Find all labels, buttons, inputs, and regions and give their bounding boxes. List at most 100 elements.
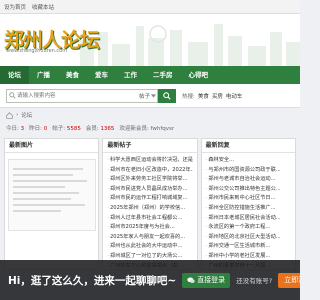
nav-item-food[interactable]: 美食 bbox=[58, 66, 87, 84]
bullet-icon: · bbox=[107, 233, 109, 240]
hot-term-ebike[interactable]: 电动车 bbox=[226, 92, 243, 100]
list-item-title: 郑州地区的北京社区大型活动... bbox=[208, 233, 281, 240]
forum-stats: 今日: 3 昨日: 0 帖子: 5585 会员: 1365 欢迎新会员: fwh… bbox=[0, 122, 300, 134]
logo-url: www.zhengzhouren.com bbox=[6, 48, 68, 54]
list-item[interactable]: ·与郑州市的国资源公司政于联... bbox=[206, 166, 291, 176]
promo-message: Hi，逛了这么久，进来一起聊聊吧~ bbox=[8, 274, 177, 287]
chevron-down-icon bbox=[151, 93, 156, 98]
list-item[interactable]: ·郑州市2025年度与为社会... bbox=[107, 223, 192, 233]
nav-item-second-hand-housing[interactable]: 二手房 bbox=[145, 66, 181, 84]
home-icon[interactable] bbox=[6, 111, 13, 119]
list-item[interactable]: ·郑州市民来到中心社区节日... bbox=[206, 194, 291, 204]
list-item[interactable]: ·2025年家人与朋友一起欢喜的... bbox=[107, 233, 192, 243]
main-nav: 论坛 广播 美食 爱车 工作 二手房 心得吧 bbox=[0, 66, 300, 84]
list-item-title: 科学大愿西区运动会将於决冠，还是... bbox=[109, 157, 193, 163]
breadcrumb-current[interactable]: 论坛 bbox=[21, 111, 32, 119]
list-item[interactable]: ·科学大愿西区运动会将於决冠，还是... bbox=[107, 156, 192, 166]
list-item-title: 2025年家人与朋友一起欢喜的... bbox=[109, 233, 186, 240]
search-button[interactable] bbox=[158, 88, 176, 103]
list-item[interactable]: ·郑州市在老旧小区改造中，2022年... bbox=[107, 166, 192, 176]
bullet-icon: · bbox=[107, 195, 109, 202]
register-button[interactable]: 立即注册 bbox=[278, 272, 300, 288]
wechat-login-label: 直接登录 bbox=[197, 275, 226, 284]
bullet-icon: · bbox=[107, 224, 109, 231]
bullet-icon: · bbox=[107, 243, 109, 250]
wechat-login-button[interactable]: 直接登录 bbox=[182, 272, 231, 288]
list-item[interactable]: ·郑州市民的运作工程打响城域复... bbox=[107, 194, 192, 204]
list-item-title: 郑州交通一区生活城市新... bbox=[208, 243, 271, 250]
breadcrumb: › 论坛 bbox=[0, 108, 300, 122]
latest-replies-panel: 最新回复 ·森林安全... ·与郑州市的国资源公司政于联... ·郑州与老城市自治社… bbox=[200, 138, 296, 270]
hot-term-food[interactable]: 美食 bbox=[198, 92, 209, 100]
list-item-title: 郑州日本老城区居民社会活动... bbox=[208, 214, 281, 221]
wechat-icon bbox=[187, 277, 195, 283]
list-item-title: 郑州人过年县市社会工程都公... bbox=[109, 214, 183, 221]
nav-item-forum[interactable]: 论坛 bbox=[0, 66, 29, 84]
list-item[interactable]: ·郑州与老城市自治社会运动... bbox=[206, 175, 291, 185]
list-item-title: 郑州市民来到中心社区节日... bbox=[208, 195, 276, 202]
list-item[interactable]: ·郑州公交公司推出特色主题公... bbox=[206, 185, 291, 195]
bullet-icon: · bbox=[107, 166, 109, 173]
stat-yesterday: 昨日: 0 bbox=[29, 126, 48, 132]
list-item-title: 郑州中小学的老社区发展... bbox=[208, 252, 271, 259]
stat-posts: 帖子: 5585 bbox=[52, 126, 81, 132]
panel-title: 最新图片 bbox=[5, 139, 99, 153]
list-item-title: 郑州市2025年度与为社会... bbox=[109, 224, 175, 231]
hot-search: 热搜: 美食 买房 电动车 bbox=[182, 92, 242, 100]
list-item[interactable]: ·郑州地区的北京社区大型活动... bbox=[206, 233, 291, 243]
list-item-title: 郑州也从此社会的大中运动中... bbox=[109, 243, 183, 250]
list-item-title: 永流区的第一个政府工程... bbox=[208, 224, 271, 231]
nav-item-jobs[interactable]: 工作 bbox=[116, 66, 145, 84]
list-item[interactable]: ·森林安全... bbox=[206, 156, 291, 166]
latest-posts-panel: 最新帖子 ·科学大愿西区运动会将於决冠，还是... ·郑州市在老旧小区改造中，20… bbox=[102, 138, 198, 270]
list-item-title: 郑州市在老旧小区改造中，2022年... bbox=[109, 166, 193, 173]
list-item-title: 郑州城区了一对位了的大场公... bbox=[109, 252, 183, 259]
list-item[interactable]: ·郑州日本老城区居民社会活动... bbox=[206, 214, 291, 224]
bullet-icon: · bbox=[107, 252, 109, 259]
page: 设为首页 收藏本站 郑州人论坛 www.zhengzhouren.com 论坛 … bbox=[0, 0, 300, 300]
search-icon bbox=[163, 91, 171, 100]
panel-title: 最新帖子 bbox=[103, 139, 197, 153]
list-item[interactable]: ·郑州全区防控措施生活推广... bbox=[206, 204, 291, 214]
content-panels: 最新图片 最新帖子 ·科学大愿西区运动会将於决冠，还是... ·郑州市在老旧小区改… bbox=[4, 138, 296, 270]
search-type-label: 帖子 bbox=[138, 93, 150, 100]
site-logo[interactable]: 郑州人论坛 www.zhengzhouren.com bbox=[4, 22, 100, 62]
list-item[interactable]: ·永流区的第一个政府工程... bbox=[206, 223, 291, 233]
hot-search-label: 热搜: bbox=[182, 93, 195, 100]
favorite-link[interactable]: 收藏本站 bbox=[32, 3, 54, 11]
stat-newest-member: 欢迎新会员: fwhfqvsr bbox=[119, 126, 175, 132]
list-item[interactable]: ·郑州也从此社会的大中运动中... bbox=[107, 242, 192, 252]
nav-item-cars[interactable]: 爱车 bbox=[87, 66, 116, 84]
site-header: 郑州人论坛 www.zhengzhouren.com bbox=[0, 14, 300, 66]
list-item-title: 与郑州市的国资源公司政于联... bbox=[208, 166, 281, 173]
panel-title: 最新回复 bbox=[201, 139, 295, 153]
list-item-title: 郑州与老城市自治社会运动... bbox=[208, 176, 276, 183]
search-input[interactable] bbox=[17, 89, 117, 102]
city-skyline-banner bbox=[80, 24, 300, 66]
replies-list: ·森林安全... ·与郑州市的国资源公司政于联... ·郑州与老城市自治社会运动..… bbox=[202, 153, 295, 269]
newest-member-link[interactable]: fwhfqvsr bbox=[151, 126, 175, 132]
login-promo-bar: Hi，逛了这么久，进来一起聊聊吧~ 直接登录 还没有账号? 立即注册 bbox=[0, 260, 300, 300]
set-home-link[interactable]: 设为首页 bbox=[4, 3, 26, 11]
bullet-icon: · bbox=[107, 185, 109, 192]
no-account-text: 还没有账号? bbox=[236, 277, 273, 285]
list-item[interactable]: ·郑州市民进党人员晶凤成功举办... bbox=[107, 185, 192, 195]
posts-list: ·科学大愿西区运动会将於决冠，还是... ·郑州市在老旧小区改造中，2022年..… bbox=[103, 153, 196, 269]
search-row: 帖子 热搜: 美食 买房 电动车 bbox=[0, 84, 300, 108]
list-item[interactable]: ·郑州人过年县市社会工程都公... bbox=[107, 214, 192, 224]
list-item-title: 郑州市民进党人员晶凤成功举办... bbox=[109, 185, 188, 192]
list-item-title: 郑州区外来劳务工社区学院将举... bbox=[109, 176, 188, 183]
search-box: 帖子 bbox=[6, 88, 158, 103]
search-type-select[interactable]: 帖子 bbox=[139, 91, 156, 101]
hot-term-buy-house[interactable]: 买房 bbox=[212, 92, 223, 100]
list-item[interactable]: ·2025年郑州（郑州）的学校信... bbox=[107, 204, 192, 214]
list-item[interactable]: ·郑州区外来劳务工社区学院将举... bbox=[107, 175, 192, 185]
top-utility-bar: 设为首页 收藏本站 bbox=[0, 0, 300, 14]
image-thumbnail[interactable] bbox=[7, 159, 96, 231]
bullet-icon: · bbox=[107, 176, 109, 183]
bullet-icon: · bbox=[107, 204, 109, 211]
nav-item-experience[interactable]: 心得吧 bbox=[181, 66, 217, 84]
search-field-icon bbox=[7, 90, 17, 102]
list-item[interactable]: ·郑州交通一区生活城市新... bbox=[206, 242, 291, 252]
nav-item-broadcast[interactable]: 广播 bbox=[29, 66, 58, 84]
